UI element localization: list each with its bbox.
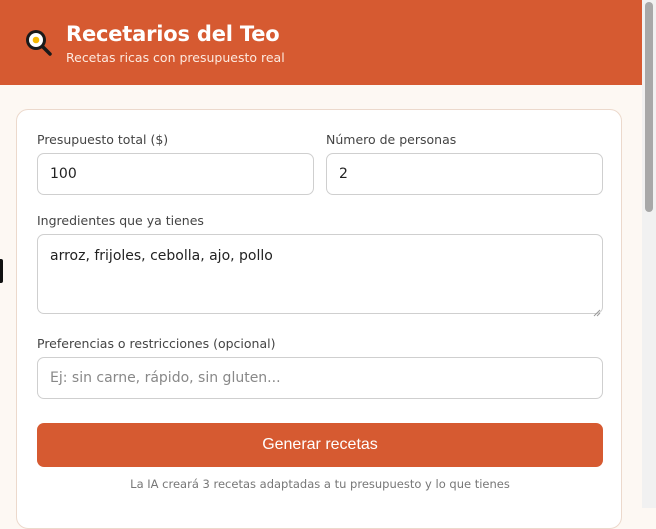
scrollbar-thumb[interactable] bbox=[645, 2, 653, 212]
scrollbar[interactable] bbox=[642, 0, 656, 508]
frying-pan-egg-icon bbox=[25, 29, 53, 57]
app-header: Recetarios del Teo Recetas ricas con pre… bbox=[0, 0, 642, 85]
side-tab-handle[interactable] bbox=[0, 259, 3, 283]
ingredients-textarea[interactable]: arroz, frijoles, cebolla, ajo, pollo bbox=[37, 234, 603, 314]
budget-input[interactable] bbox=[37, 153, 314, 195]
ingredients-textarea-wrapper: arroz, frijoles, cebolla, ajo, pollo bbox=[37, 234, 603, 317]
resize-grip-icon[interactable] bbox=[593, 304, 601, 317]
ingredients-label: Ingredientes que ya tienes bbox=[37, 213, 204, 228]
form-hint: La IA creará 3 recetas adaptadas a tu pr… bbox=[130, 477, 510, 491]
app-title: Recetarios del Teo bbox=[66, 22, 280, 46]
people-label: Número de personas bbox=[326, 132, 457, 147]
budget-label: Presupuesto total ($) bbox=[37, 132, 169, 147]
people-input[interactable] bbox=[326, 153, 603, 195]
preferences-input[interactable] bbox=[37, 357, 603, 399]
preferences-label: Preferencias o restricciones (opcional) bbox=[37, 336, 276, 351]
generate-recipes-button[interactable]: Generar recetas bbox=[37, 423, 603, 467]
app-subtitle: Recetas ricas con presupuesto real bbox=[66, 50, 285, 65]
